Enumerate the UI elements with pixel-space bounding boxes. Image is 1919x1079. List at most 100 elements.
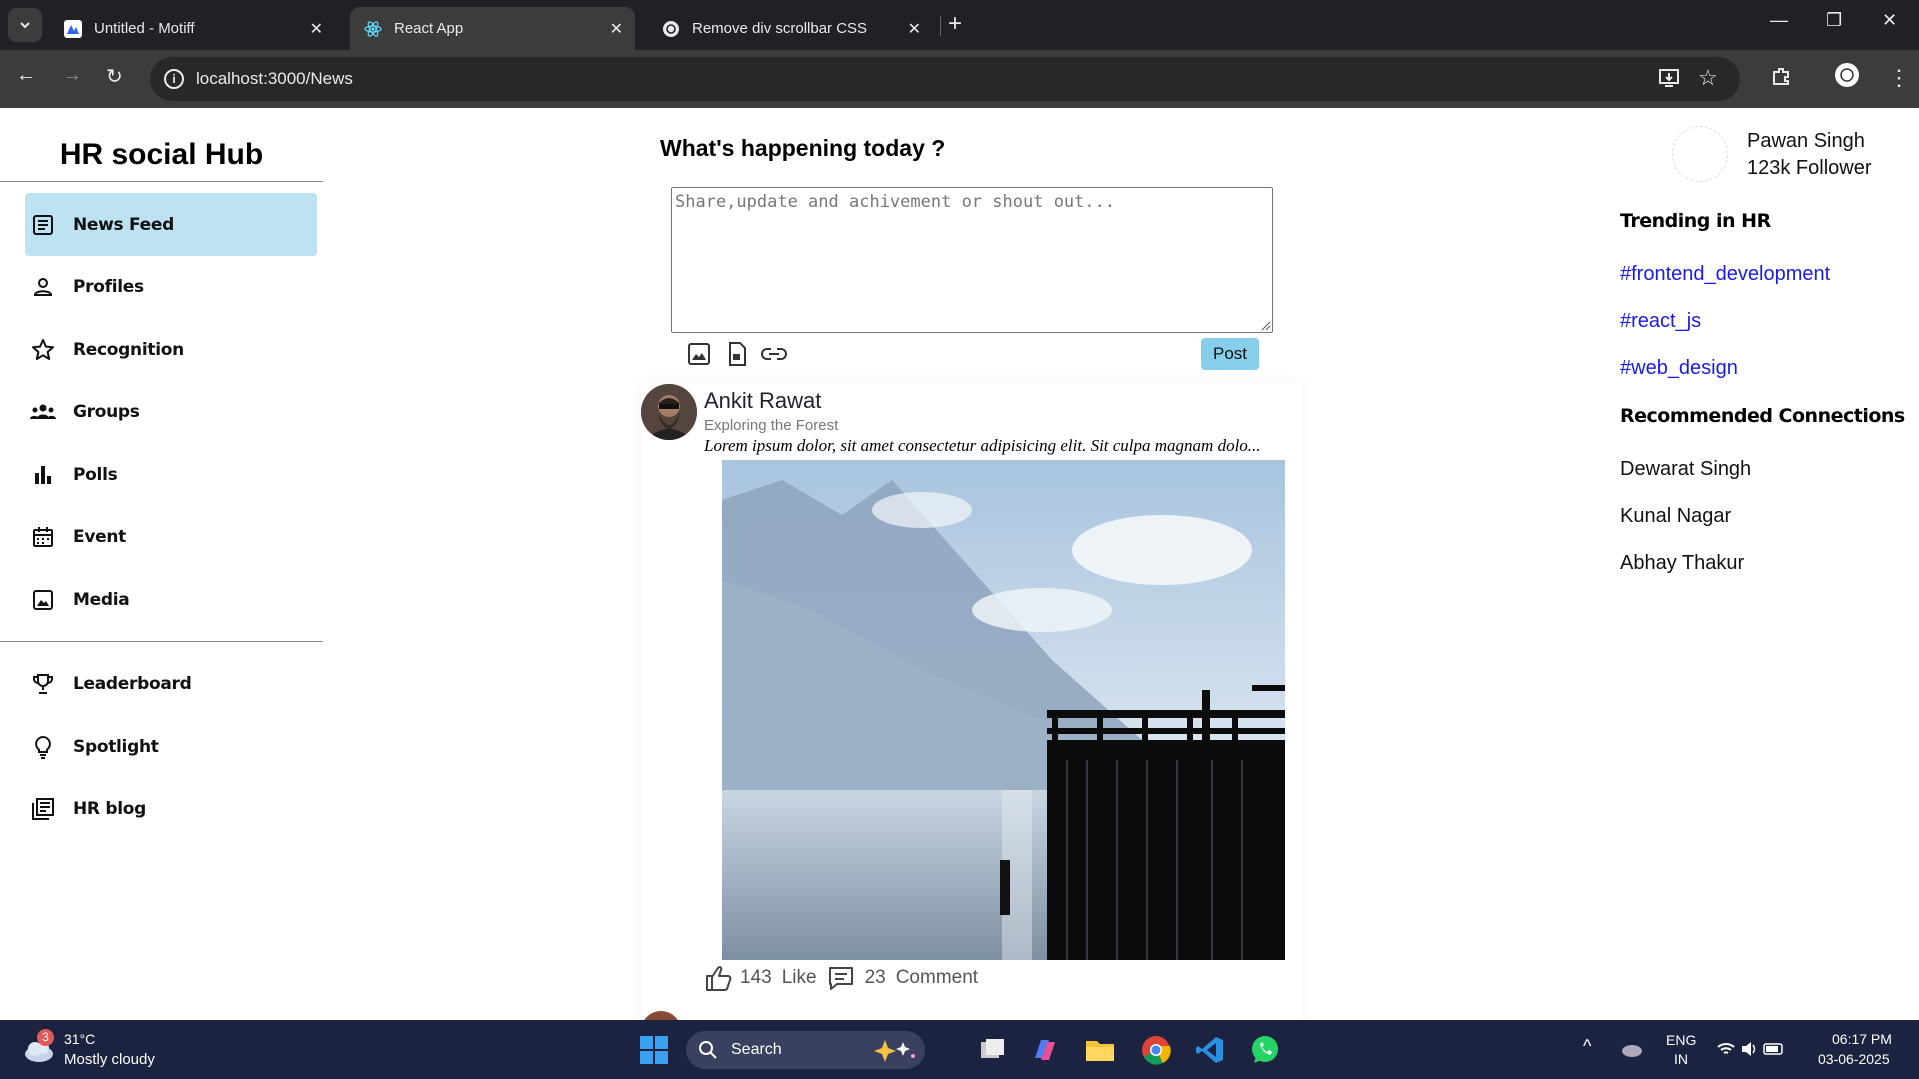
post-button[interactable]: Post bbox=[1201, 338, 1259, 370]
whatsapp-icon[interactable] bbox=[1249, 1034, 1281, 1066]
copilot-app-icon[interactable] bbox=[1029, 1034, 1061, 1066]
vscode-icon[interactable] bbox=[1194, 1034, 1226, 1066]
post-subtitle: Exploring the Forest bbox=[704, 417, 839, 434]
comment-count: 23 bbox=[864, 967, 886, 988]
trending-tag[interactable]: #web_design bbox=[1620, 357, 1738, 380]
clock-time[interactable]: 06:17 PM bbox=[1832, 1031, 1892, 1047]
post-stats: 143 Like 23 Comment bbox=[704, 964, 978, 992]
onedrive-cloud-icon[interactable] bbox=[1620, 1038, 1644, 1060]
search-label: Search bbox=[731, 1041, 782, 1058]
sidebar-item-label: Leaderboard bbox=[73, 673, 192, 694]
site-info-icon[interactable]: i bbox=[164, 69, 184, 89]
browser-toolbar: ← → ↻ i localhost:3000/News ☆ ⋮ bbox=[0, 50, 1919, 108]
profile-name[interactable]: Pawan Singh bbox=[1747, 130, 1865, 153]
recommended-title: Recommended Connections bbox=[1620, 405, 1905, 427]
weather-temp[interactable]: 31°C bbox=[64, 1031, 95, 1047]
search-icon bbox=[698, 1040, 718, 1060]
language-primary[interactable]: ENG bbox=[1666, 1032, 1696, 1048]
weather-badge: 3 bbox=[37, 1029, 54, 1046]
close-window-icon[interactable]: ✕ bbox=[1882, 10, 1897, 31]
sidebar-item-groups[interactable]: Groups bbox=[25, 380, 317, 443]
sidebar-item-label: HR blog bbox=[73, 798, 146, 819]
file-explorer-icon[interactable] bbox=[1084, 1034, 1116, 1066]
tab-remove-scrollbar[interactable]: Remove div scrollbar CSS ✕ bbox=[648, 7, 933, 50]
clock-date[interactable]: 03-06-2025 bbox=[1818, 1051, 1890, 1067]
post-text: Lorem ipsum dolor, sit amet consectetur … bbox=[704, 436, 1261, 455]
brand-title: HR social Hub bbox=[59, 138, 264, 171]
sidebar-item-label: Media bbox=[73, 589, 130, 610]
close-tab-icon[interactable]: ✕ bbox=[908, 19, 921, 39]
trending-tag[interactable]: #react_js bbox=[1620, 310, 1701, 333]
add-image-icon[interactable] bbox=[686, 341, 712, 367]
install-app-icon[interactable] bbox=[1658, 67, 1680, 95]
tab-motiff[interactable]: Untitled - Motiff ✕ bbox=[50, 7, 335, 50]
windows-start-icon[interactable] bbox=[639, 1035, 669, 1065]
lightbulb-icon bbox=[29, 733, 57, 761]
copilot-sparkle-icon bbox=[871, 1037, 919, 1063]
add-link-icon[interactable] bbox=[760, 341, 787, 367]
language-region[interactable]: IN bbox=[1674, 1051, 1688, 1067]
star-icon bbox=[29, 336, 57, 364]
groups-icon bbox=[29, 398, 57, 426]
post-photo[interactable] bbox=[722, 460, 1285, 960]
menu-kebab-icon[interactable]: ⋮ bbox=[1888, 65, 1910, 91]
sidebar-item-spotlight[interactable]: Spotlight bbox=[25, 715, 317, 778]
trending-tag[interactable]: #frontend_development bbox=[1620, 263, 1830, 286]
back-arrow-icon[interactable]: ← bbox=[16, 64, 36, 87]
recommended-person[interactable]: Dewarat Singh bbox=[1620, 458, 1751, 481]
like-count: 143 bbox=[740, 967, 772, 988]
address-bar[interactable]: i localhost:3000/News ☆ bbox=[150, 57, 1740, 101]
taskbar: 3 31°C Mostly cloudy Search ^ ENG IN 06:… bbox=[0, 1020, 1919, 1079]
sidebar-item-recognition[interactable]: Recognition bbox=[25, 318, 317, 381]
add-document-icon[interactable] bbox=[724, 341, 750, 367]
reload-icon[interactable]: ↻ bbox=[106, 64, 123, 89]
browser-tab-bar: Untitled - Motiff ✕ React App ✕ Remove d… bbox=[0, 0, 1919, 50]
tab-separator bbox=[940, 16, 941, 36]
sidebar-item-label: News Feed bbox=[73, 214, 174, 235]
tab-title: React App bbox=[394, 20, 464, 37]
recommended-person[interactable]: Abhay Thakur bbox=[1620, 552, 1744, 575]
author-avatar[interactable] bbox=[641, 384, 697, 440]
forward-arrow-icon[interactable]: → bbox=[62, 64, 82, 87]
thumbs-up-icon[interactable] bbox=[704, 964, 734, 992]
like-label[interactable]: Like bbox=[782, 967, 817, 989]
weather-condition[interactable]: Mostly cloudy bbox=[64, 1051, 155, 1068]
profile-avatar[interactable] bbox=[1672, 126, 1728, 182]
sidebar-item-event[interactable]: Event bbox=[25, 505, 317, 568]
close-tab-icon[interactable]: ✕ bbox=[610, 19, 623, 39]
close-tab-icon[interactable]: ✕ bbox=[310, 19, 323, 39]
comment-label[interactable]: Comment bbox=[896, 967, 978, 989]
tab-react-app[interactable]: React App ✕ bbox=[350, 7, 635, 50]
app-page: HR social Hub News Feed Profiles Recogni… bbox=[0, 108, 1919, 1020]
sidebar-item-polls[interactable]: Polls bbox=[25, 443, 317, 506]
show-hidden-icons-chevron-icon[interactable]: ^ bbox=[1583, 1036, 1591, 1057]
sidebar-item-media[interactable]: Media bbox=[25, 568, 317, 631]
system-tray-icons[interactable] bbox=[1716, 1038, 1788, 1060]
resize-handle-icon[interactable] bbox=[1261, 321, 1271, 331]
bookmark-star-icon[interactable]: ☆ bbox=[1698, 65, 1718, 91]
minimize-icon[interactable]: — bbox=[1770, 10, 1788, 31]
post-author[interactable]: Ankit Rawat bbox=[704, 388, 821, 414]
sidebar-item-label: Spotlight bbox=[73, 736, 159, 757]
taskbar-search[interactable]: Search bbox=[686, 1031, 925, 1069]
sidebar-item-profiles[interactable]: Profiles bbox=[25, 255, 317, 318]
new-tab-plus-icon[interactable]: + bbox=[948, 10, 962, 38]
trending-title: Trending in HR bbox=[1620, 210, 1771, 232]
sidebar-item-leaderboard[interactable]: Leaderboard bbox=[25, 652, 317, 715]
extensions-icon[interactable] bbox=[1770, 65, 1792, 93]
sidebar-item-label: Polls bbox=[73, 464, 118, 485]
task-view-icon[interactable] bbox=[977, 1034, 1009, 1066]
tab-search-chevron-icon[interactable] bbox=[8, 8, 42, 42]
url-text[interactable]: localhost:3000/News bbox=[196, 69, 353, 89]
composer-textarea[interactable]: Share,update and achivement or shout out… bbox=[671, 187, 1273, 333]
sidebar-item-hr-blog[interactable]: HR blog bbox=[25, 777, 317, 840]
sidebar-item-news-feed[interactable]: News Feed bbox=[25, 193, 317, 256]
restore-icon[interactable]: ❐ bbox=[1826, 10, 1842, 31]
chrome-icon[interactable] bbox=[1140, 1034, 1172, 1066]
sidebar-item-label: Profiles bbox=[73, 276, 144, 297]
recommended-person[interactable]: Kunal Nagar bbox=[1620, 505, 1731, 528]
profile-avatar-icon[interactable] bbox=[1834, 62, 1860, 94]
sidebar-item-label: Event bbox=[73, 526, 126, 547]
react-favicon-icon bbox=[364, 20, 382, 38]
comment-icon[interactable] bbox=[827, 965, 855, 991]
